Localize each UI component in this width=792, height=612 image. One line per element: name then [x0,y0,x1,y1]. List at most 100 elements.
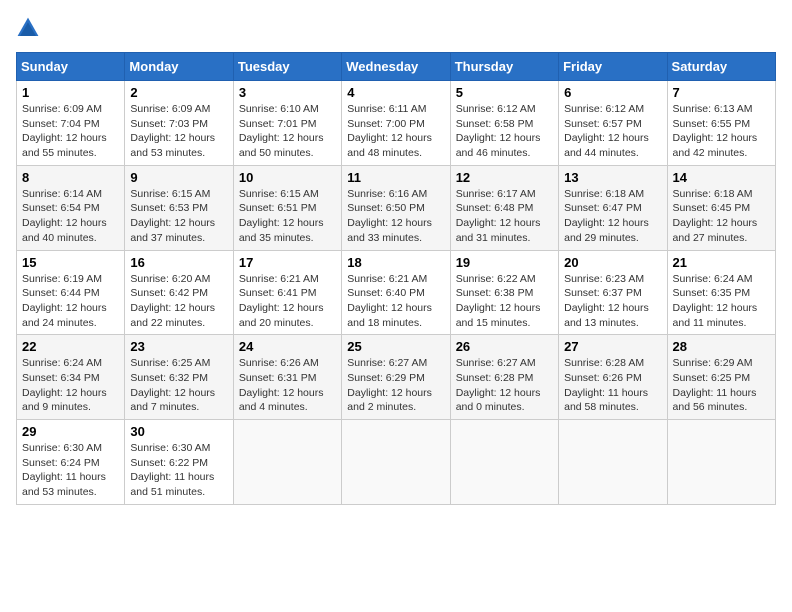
day-info: Sunrise: 6:09 AM Sunset: 7:04 PM Dayligh… [22,102,119,161]
day-number: 25 [347,339,444,354]
day-info: Sunrise: 6:13 AM Sunset: 6:55 PM Dayligh… [673,102,770,161]
day-number: 17 [239,255,336,270]
calendar-cell [342,420,450,505]
calendar-cell: 5 Sunrise: 6:12 AM Sunset: 6:58 PM Daylig… [450,81,558,166]
day-number: 23 [130,339,227,354]
weekday-header-sunday: Sunday [17,53,125,81]
calendar-cell: 11 Sunrise: 6:16 AM Sunset: 6:50 PM Dayli… [342,165,450,250]
calendar-cell: 4 Sunrise: 6:11 AM Sunset: 7:00 PM Daylig… [342,81,450,166]
day-number: 12 [456,170,553,185]
calendar-cell: 27 Sunrise: 6:28 AM Sunset: 6:26 PM Dayli… [559,335,667,420]
calendar-cell: 29 Sunrise: 6:30 AM Sunset: 6:24 PM Dayli… [17,420,125,505]
calendar-cell: 30Sunrise: 6:30 AM Sunset: 6:22 PM Dayli… [125,420,233,505]
day-number: 24 [239,339,336,354]
page-header [16,16,776,40]
day-number: 2 [130,85,227,100]
day-number: 18 [347,255,444,270]
calendar-cell: 18 Sunrise: 6:21 AM Sunset: 6:40 PM Dayli… [342,250,450,335]
weekday-header-friday: Friday [559,53,667,81]
day-number: 1 [22,85,119,100]
day-number: 11 [347,170,444,185]
weekday-header-saturday: Saturday [667,53,775,81]
logo [16,16,44,40]
calendar-cell [667,420,775,505]
day-number: 26 [456,339,553,354]
calendar-week-2: 8 Sunrise: 6:14 AM Sunset: 6:54 PM Daylig… [17,165,776,250]
day-info: Sunrise: 6:21 AM Sunset: 6:40 PM Dayligh… [347,272,444,331]
day-number: 6 [564,85,661,100]
weekday-header-monday: Monday [125,53,233,81]
day-info: Sunrise: 6:12 AM Sunset: 6:58 PM Dayligh… [456,102,553,161]
calendar-cell: 20Sunrise: 6:23 AM Sunset: 6:37 PM Dayli… [559,250,667,335]
day-number: 4 [347,85,444,100]
calendar-cell: 13 Sunrise: 6:18 AM Sunset: 6:47 PM Dayli… [559,165,667,250]
calendar-cell: 8 Sunrise: 6:14 AM Sunset: 6:54 PM Daylig… [17,165,125,250]
day-number: 10 [239,170,336,185]
day-info: Sunrise: 6:22 AM Sunset: 6:38 PM Dayligh… [456,272,553,331]
day-info: Sunrise: 6:19 AM Sunset: 6:44 PM Dayligh… [22,272,119,331]
calendar-cell [233,420,341,505]
calendar-cell: 1 Sunrise: 6:09 AM Sunset: 7:04 PM Daylig… [17,81,125,166]
day-number: 21 [673,255,770,270]
day-number: 27 [564,339,661,354]
calendar-cell: 19 Sunrise: 6:22 AM Sunset: 6:38 PM Dayli… [450,250,558,335]
calendar-cell: 16 Sunrise: 6:20 AM Sunset: 6:42 PM Dayli… [125,250,233,335]
day-number: 9 [130,170,227,185]
day-info: Sunrise: 6:27 AM Sunset: 6:29 PM Dayligh… [347,356,444,415]
calendar-cell: 21Sunrise: 6:24 AM Sunset: 6:35 PM Dayli… [667,250,775,335]
day-info: Sunrise: 6:16 AM Sunset: 6:50 PM Dayligh… [347,187,444,246]
day-info: Sunrise: 6:17 AM Sunset: 6:48 PM Dayligh… [456,187,553,246]
day-info: Sunrise: 6:10 AM Sunset: 7:01 PM Dayligh… [239,102,336,161]
day-number: 8 [22,170,119,185]
day-info: Sunrise: 6:25 AM Sunset: 6:32 PM Dayligh… [130,356,227,415]
calendar-cell: 17Sunrise: 6:21 AM Sunset: 6:41 PM Dayli… [233,250,341,335]
day-number: 14 [673,170,770,185]
calendar-cell: 26Sunrise: 6:27 AM Sunset: 6:28 PM Dayli… [450,335,558,420]
calendar-cell: 28 Sunrise: 6:29 AM Sunset: 6:25 PM Dayli… [667,335,775,420]
day-info: Sunrise: 6:20 AM Sunset: 6:42 PM Dayligh… [130,272,227,331]
logo-icon [16,16,40,40]
day-info: Sunrise: 6:12 AM Sunset: 6:57 PM Dayligh… [564,102,661,161]
weekday-header-thursday: Thursday [450,53,558,81]
calendar-cell: 24Sunrise: 6:26 AM Sunset: 6:31 PM Dayli… [233,335,341,420]
day-number: 5 [456,85,553,100]
day-info: Sunrise: 6:09 AM Sunset: 7:03 PM Dayligh… [130,102,227,161]
day-info: Sunrise: 6:11 AM Sunset: 7:00 PM Dayligh… [347,102,444,161]
day-info: Sunrise: 6:18 AM Sunset: 6:47 PM Dayligh… [564,187,661,246]
day-number: 28 [673,339,770,354]
day-number: 3 [239,85,336,100]
day-info: Sunrise: 6:15 AM Sunset: 6:51 PM Dayligh… [239,187,336,246]
calendar-week-5: 29 Sunrise: 6:30 AM Sunset: 6:24 PM Dayli… [17,420,776,505]
calendar-cell: 9 Sunrise: 6:15 AM Sunset: 6:53 PM Daylig… [125,165,233,250]
calendar-table: SundayMondayTuesdayWednesdayThursdayFrid… [16,52,776,505]
day-number: 13 [564,170,661,185]
calendar-week-1: 1 Sunrise: 6:09 AM Sunset: 7:04 PM Daylig… [17,81,776,166]
calendar-week-3: 15 Sunrise: 6:19 AM Sunset: 6:44 PM Dayli… [17,250,776,335]
day-info: Sunrise: 6:15 AM Sunset: 6:53 PM Dayligh… [130,187,227,246]
day-number: 16 [130,255,227,270]
calendar-cell: 12 Sunrise: 6:17 AM Sunset: 6:48 PM Dayli… [450,165,558,250]
day-info: Sunrise: 6:30 AM Sunset: 6:24 PM Dayligh… [22,441,119,500]
calendar-cell: 25 Sunrise: 6:27 AM Sunset: 6:29 PM Dayli… [342,335,450,420]
calendar-week-4: 22Sunrise: 6:24 AM Sunset: 6:34 PM Dayli… [17,335,776,420]
day-number: 7 [673,85,770,100]
day-number: 19 [456,255,553,270]
calendar-cell: 10 Sunrise: 6:15 AM Sunset: 6:51 PM Dayli… [233,165,341,250]
day-info: Sunrise: 6:14 AM Sunset: 6:54 PM Dayligh… [22,187,119,246]
calendar-cell: 7 Sunrise: 6:13 AM Sunset: 6:55 PM Daylig… [667,81,775,166]
calendar-cell: 14 Sunrise: 6:18 AM Sunset: 6:45 PM Dayli… [667,165,775,250]
day-info: Sunrise: 6:29 AM Sunset: 6:25 PM Dayligh… [673,356,770,415]
calendar-cell [559,420,667,505]
calendar-cell: 2 Sunrise: 6:09 AM Sunset: 7:03 PM Daylig… [125,81,233,166]
calendar-cell: 6 Sunrise: 6:12 AM Sunset: 6:57 PM Daylig… [559,81,667,166]
day-number: 20 [564,255,661,270]
calendar-cell: 22Sunrise: 6:24 AM Sunset: 6:34 PM Dayli… [17,335,125,420]
day-number: 30 [130,424,227,439]
day-info: Sunrise: 6:18 AM Sunset: 6:45 PM Dayligh… [673,187,770,246]
day-info: Sunrise: 6:24 AM Sunset: 6:34 PM Dayligh… [22,356,119,415]
day-number: 29 [22,424,119,439]
calendar-cell [450,420,558,505]
weekday-header-tuesday: Tuesday [233,53,341,81]
day-info: Sunrise: 6:28 AM Sunset: 6:26 PM Dayligh… [564,356,661,415]
day-number: 15 [22,255,119,270]
